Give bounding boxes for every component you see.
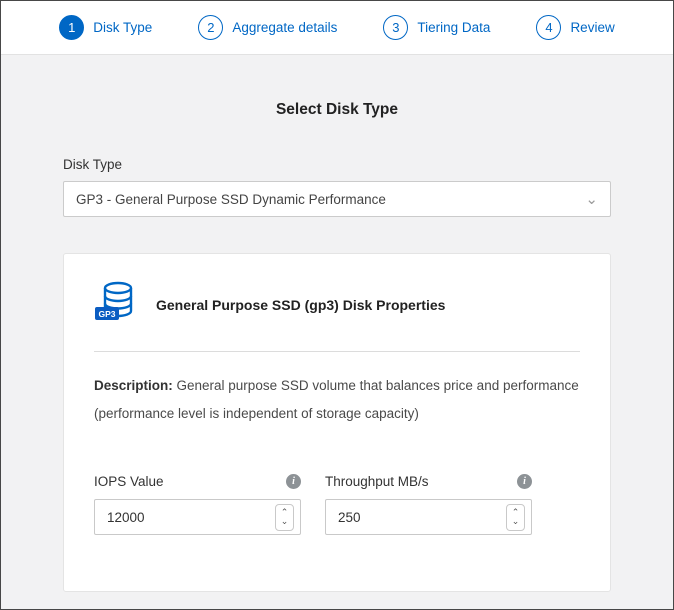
spinner-down-icon[interactable]: ⌄ xyxy=(512,517,520,526)
step-2-label: Aggregate details xyxy=(232,20,337,35)
step-disk-type[interactable]: 1 Disk Type xyxy=(59,15,152,40)
disk-properties-card: GP3 General Purpose SSD (gp3) Disk Prope… xyxy=(63,253,611,592)
iops-label: IOPS Value xyxy=(94,474,164,489)
throughput-field-group: Throughput MB/s i ⌃ ⌄ xyxy=(325,474,532,535)
disk-type-label: Disk Type xyxy=(63,157,611,172)
wizard-page: 1 Disk Type 2 Aggregate details 3 Tierin… xyxy=(0,0,674,610)
card-divider xyxy=(94,351,580,352)
iops-stepper[interactable]: ⌃ ⌄ xyxy=(275,504,294,531)
card-header: GP3 General Purpose SSD (gp3) Disk Prope… xyxy=(94,280,580,329)
info-icon[interactable]: i xyxy=(517,474,532,489)
throughput-input-box: ⌃ ⌄ xyxy=(325,499,532,535)
throughput-input[interactable] xyxy=(336,509,506,526)
step-1-indicator: 1 xyxy=(59,15,84,40)
gp3-disk-icon: GP3 xyxy=(94,280,138,329)
iops-field-group: IOPS Value i ⌃ ⌄ xyxy=(94,474,301,535)
step-aggregate-details[interactable]: 2 Aggregate details xyxy=(198,15,337,40)
chevron-down-icon: ⌄ xyxy=(585,192,598,207)
iops-input[interactable] xyxy=(105,509,275,526)
disk-type-select[interactable]: GP3 - General Purpose SSD Dynamic Perfor… xyxy=(63,181,611,217)
iops-input-box: ⌃ ⌄ xyxy=(94,499,301,535)
wizard-stepper: 1 Disk Type 2 Aggregate details 3 Tierin… xyxy=(1,1,673,55)
step-tiering-data[interactable]: 3 Tiering Data xyxy=(383,15,490,40)
step-3-indicator: 3 xyxy=(383,15,408,40)
step-3-label: Tiering Data xyxy=(417,20,490,35)
main-content: Select Disk Type Disk Type GP3 - General… xyxy=(1,55,673,609)
step-2-indicator: 2 xyxy=(198,15,223,40)
card-title: General Purpose SSD (gp3) Disk Propertie… xyxy=(156,297,445,313)
step-review[interactable]: 4 Review xyxy=(536,15,614,40)
step-4-indicator: 4 xyxy=(536,15,561,40)
info-icon[interactable]: i xyxy=(286,474,301,489)
spinner-down-icon[interactable]: ⌄ xyxy=(281,517,289,526)
page-title: Select Disk Type xyxy=(63,101,611,119)
disk-description: Description: General purpose SSD volume … xyxy=(94,372,580,428)
description-label: Description: xyxy=(94,378,173,393)
step-4-label: Review xyxy=(570,20,614,35)
throughput-stepper[interactable]: ⌃ ⌄ xyxy=(506,504,525,531)
gp3-badge-label: GP3 xyxy=(98,309,115,319)
disk-type-selected-value: GP3 - General Purpose SSD Dynamic Perfor… xyxy=(76,192,386,207)
performance-fields: IOPS Value i ⌃ ⌄ Throughput MB/s i xyxy=(94,474,580,535)
throughput-label: Throughput MB/s xyxy=(325,474,429,489)
step-1-label: Disk Type xyxy=(93,20,152,35)
